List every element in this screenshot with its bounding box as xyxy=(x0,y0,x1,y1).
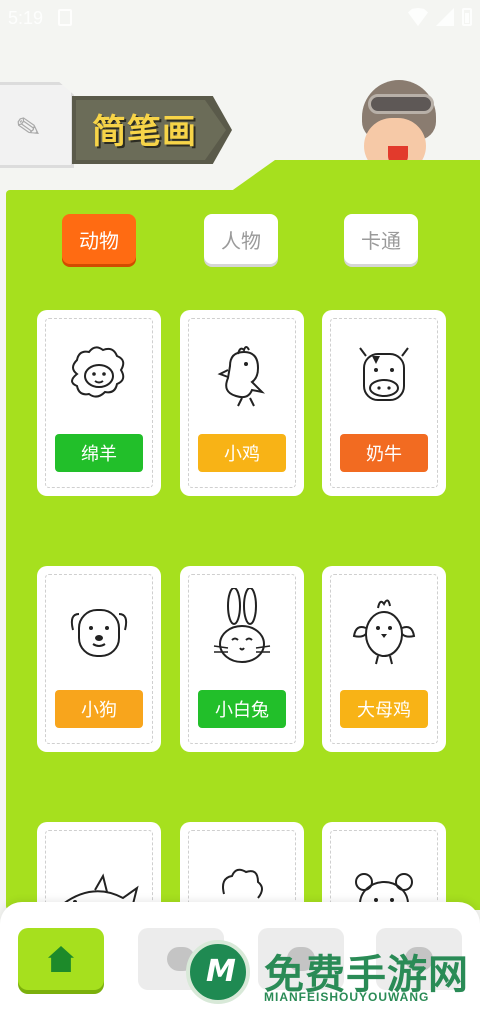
tab-animals[interactable]: 动物 xyxy=(62,214,136,264)
watermark: 免费手游网 MIANFEISHOUYOUWANG xyxy=(186,938,476,1008)
status-icons xyxy=(408,8,472,26)
card-label: 小鸡 xyxy=(198,434,286,472)
status-time: 5:19 xyxy=(8,8,44,28)
watermark-subtitle: MIANFEISHOUYOUWANG xyxy=(264,990,430,1004)
brush-icon: ✎ xyxy=(13,109,44,148)
drawing-card-dog[interactable]: 小狗 xyxy=(41,570,157,748)
chick-icon xyxy=(217,346,266,407)
brush-badge: ✎ xyxy=(0,82,74,168)
drawing-card-sheep[interactable]: 绵羊 xyxy=(41,314,157,492)
signal-icon xyxy=(436,8,454,26)
battery-icon xyxy=(462,8,472,26)
cow-icon xyxy=(359,347,409,401)
card-label: 小白兔 xyxy=(198,690,286,728)
drawing-card-cow[interactable]: 奶牛 xyxy=(326,314,442,492)
hen-icon xyxy=(352,599,416,665)
tab-people[interactable]: 人物 xyxy=(204,214,278,264)
card-label: 大母鸡 xyxy=(340,690,428,728)
drawing-card-rabbit[interactable]: 小白兔 xyxy=(184,570,300,748)
drawing-card-chick[interactable]: 小鸡 xyxy=(184,314,300,492)
sheep-icon xyxy=(71,346,125,398)
card-label: 绵羊 xyxy=(55,434,143,472)
tab-cartoon[interactable]: 卡通 xyxy=(344,214,418,264)
home-icon xyxy=(48,946,74,972)
status-bar: 5:19 xyxy=(0,0,480,36)
notification-icon xyxy=(58,9,72,26)
rabbit-icon xyxy=(213,588,271,663)
nav-home-button[interactable] xyxy=(18,928,104,990)
drawing-card-hen[interactable]: 大母鸡 xyxy=(326,570,442,748)
card-label: 小狗 xyxy=(55,690,143,728)
wifi-icon xyxy=(408,8,428,26)
dog-icon xyxy=(70,609,128,657)
card-label: 奶牛 xyxy=(340,434,428,472)
watermark-logo xyxy=(186,940,250,1004)
page-title: 简笔画 xyxy=(92,112,197,152)
content-panel xyxy=(6,190,480,910)
